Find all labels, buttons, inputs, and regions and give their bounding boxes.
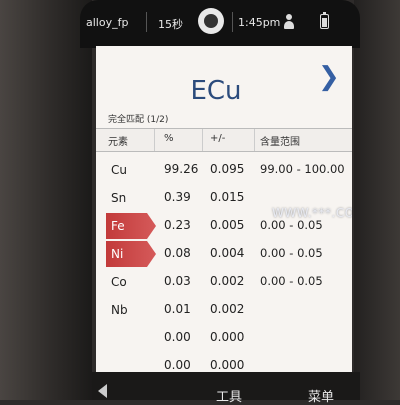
divider (146, 12, 147, 32)
element-cell: Sn (111, 191, 127, 205)
column-divider (254, 129, 255, 151)
percent-cell: 0.08 (164, 246, 191, 260)
chevron-right-icon[interactable]: ❯ (318, 62, 340, 92)
percent-cell: 0.01 (164, 302, 191, 316)
element-cell: Nb (111, 303, 128, 317)
table-row: 0.00 0.000 (96, 352, 352, 372)
range-cell: 0.00 - 0.05 (260, 218, 323, 232)
results-screen: ECu ❯ 完全匹配 (1/2) 元素 % +/- 含量范围 Cu 99.26 0.… (96, 46, 352, 372)
home-button[interactable] (198, 8, 224, 34)
error-cell: 0.095 (210, 162, 245, 176)
error-cell: 0.015 (210, 190, 245, 204)
column-header-error: +/- (210, 133, 226, 144)
table-row: Nb 0.01 0.002 (96, 296, 352, 324)
percent-cell: 0.03 (164, 274, 191, 288)
error-cell: 0.004 (210, 246, 245, 260)
percent-cell: 0.00 (164, 330, 191, 344)
error-cell: 0.000 (210, 358, 245, 372)
back-arrow-icon[interactable] (98, 384, 107, 398)
element-cell: Cu (111, 163, 127, 177)
element-cell (106, 325, 156, 351)
alloy-grade-title: ECu (190, 76, 242, 106)
match-status: 完全匹配 (1/2) (108, 115, 169, 125)
user-icon[interactable] (282, 14, 296, 30)
element-cell: Ni (106, 241, 156, 267)
range-cell: 0.00 - 0.05 (260, 246, 323, 260)
table-row: 0.00 0.000 (96, 324, 352, 352)
range-cell: 99.00 - 100.00 (260, 162, 345, 176)
column-header-element: 元素 (108, 137, 128, 148)
error-cell: 0.002 (210, 274, 245, 288)
clock: 1:45pm (238, 16, 281, 29)
device-housing-right (354, 0, 400, 400)
percent-cell: 0.23 (164, 218, 191, 232)
column-header-range: 含量范围 (260, 137, 300, 148)
tools-button[interactable]: 工具 (216, 386, 242, 405)
table-row: Cu 99.26 0.095 99.00 - 100.00 (96, 156, 352, 184)
element-cell: Co (111, 275, 127, 289)
percent-cell: 99.26 (164, 162, 199, 176)
error-cell: 0.002 (210, 302, 245, 316)
error-cell: 0.000 (210, 330, 245, 344)
battery-icon (320, 12, 329, 29)
watermark: WWW.***.COM (272, 206, 352, 220)
table-row: Ni 0.08 0.004 0.00 - 0.05 (96, 240, 352, 268)
percent-cell: 0.39 (164, 190, 191, 204)
column-divider (202, 129, 203, 151)
table-header: 元素 % +/- 含量范围 (96, 128, 352, 152)
column-header-percent: % (164, 133, 174, 144)
percent-cell: 0.00 (164, 358, 191, 372)
status-bar: alloy_fp 15秒 1:45pm (86, 8, 348, 36)
test-timer: 15秒 (158, 18, 183, 31)
app-name: alloy_fp (86, 16, 129, 29)
bottom-bar: 工具 菜单 (96, 372, 352, 405)
menu-button[interactable]: 菜单 (308, 386, 334, 405)
range-cell: 0.00 - 0.05 (260, 274, 323, 288)
element-cell: Fe (106, 213, 156, 239)
divider (232, 12, 233, 32)
error-cell: 0.005 (210, 218, 245, 232)
element-cell (106, 353, 156, 372)
table-row: Co 0.03 0.002 0.00 - 0.05 (96, 268, 352, 296)
device-housing-left (0, 0, 92, 400)
column-divider (154, 129, 155, 151)
